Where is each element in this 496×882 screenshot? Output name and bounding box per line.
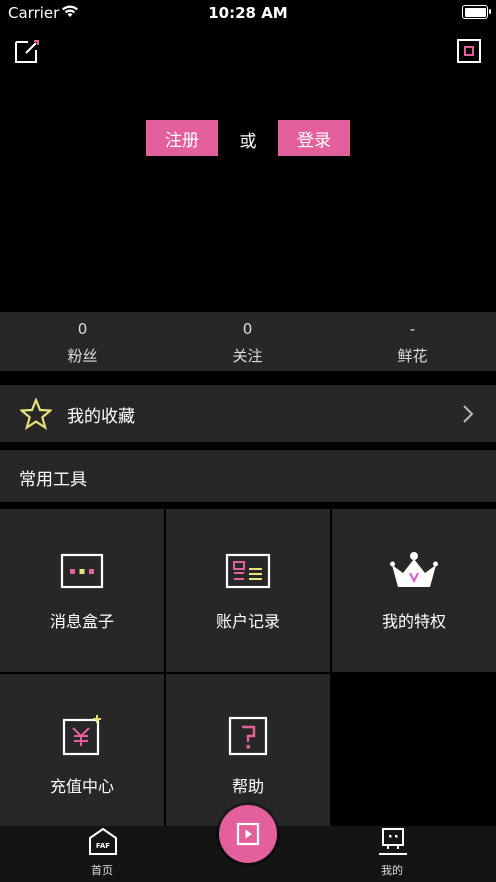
stats-bar: 0 粉丝 0 关注 - 鲜花 [0,312,496,371]
tile-message-box[interactable]: 消息盒子 [0,509,164,672]
account-record-icon [225,553,271,589]
help-icon [228,716,268,756]
favorites-label: 我的收藏 [67,407,135,427]
tile-label: 帮助 [231,777,264,796]
crown-icon [390,552,438,587]
tile-account-record[interactable]: 账户记录 [166,509,330,672]
stat-flowers[interactable]: - 鲜花 [330,312,495,371]
tab-mine-label: 我的 [381,864,403,877]
time-label: 10:28 AM [208,4,288,22]
tile-label: 账户记录 [215,612,280,631]
play-icon [236,822,260,846]
stat-fans[interactable]: 0 粉丝 [0,312,165,371]
stat-value: - [409,320,416,338]
tile-label: 我的特权 [381,612,446,631]
center-play-button[interactable] [219,805,277,863]
home-icon-text: FAF [96,842,110,850]
recharge-icon [62,715,101,756]
scan-icon[interactable] [456,38,482,64]
stat-value: 0 [77,320,88,338]
tab-active-indicator [379,853,407,855]
stat-label: 关注 [232,347,263,365]
tab-home-label: 首页 [91,864,113,877]
or-label: 或 [239,132,257,152]
tools-title: 常用工具 [19,470,87,490]
stat-label: 粉丝 [67,347,98,365]
tile-label: 消息盒子 [49,612,114,631]
chevron-right-icon [463,405,474,423]
message-box-icon [60,553,104,589]
edit-icon[interactable] [14,38,40,64]
auth-section: 注册 或 登录 [0,120,496,156]
tab-mine[interactable]: 我的 [352,826,432,882]
home-icon: FAF [89,827,117,855]
login-button[interactable]: 登录 [278,120,350,156]
favorites-row[interactable]: 我的收藏 [0,385,496,442]
profile-icon [382,828,404,849]
tile-label: 充值中心 [49,777,114,796]
status-bar: Carrier 10:28 AM [0,0,496,26]
tab-home[interactable]: FAF 首页 [62,826,142,882]
register-button[interactable]: 注册 [146,120,218,156]
tile-recharge[interactable]: 充值中心 [0,674,164,837]
battery-icon [462,5,491,19]
tools-header: 常用工具 [0,450,496,502]
stat-following[interactable]: 0 关注 [165,312,330,371]
stat-label: 鲜花 [397,347,428,365]
star-icon [20,398,52,430]
tile-privilege[interactable]: 我的特权 [332,509,496,672]
stat-value: 0 [242,320,253,338]
